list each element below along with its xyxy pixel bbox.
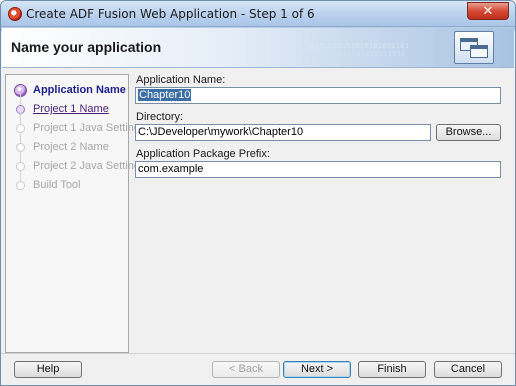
step-application-name[interactable]: Application Name — [6, 81, 128, 107]
package-prefix-label: Application Package Prefix: — [136, 148, 270, 160]
cancel-button[interactable]: Cancel — [434, 361, 502, 378]
wizard-header: Name your application 010101010101010101… — [2, 28, 514, 68]
header-binary-decoration: 0101010101010101010101 — [310, 42, 410, 50]
step-label: Project 1 Name — [33, 103, 109, 115]
window-title: Create ADF Fusion Web Application - Step… — [26, 7, 315, 21]
help-button[interactable]: Help — [14, 361, 82, 378]
next-button[interactable]: Next > — [283, 361, 351, 378]
wizard-steps-panel: Application Name Project 1 Name Project … — [5, 74, 146, 353]
step-label: Build Tool — [33, 179, 81, 191]
package-prefix-value: com.example — [138, 163, 204, 175]
button-bar-divider — [1, 353, 515, 354]
application-windows-icon — [454, 31, 494, 64]
step-label: Project 2 Name — [33, 141, 109, 153]
step-label: Application Name — [33, 84, 126, 96]
step-icon — [16, 181, 25, 190]
finish-button[interactable]: Finish — [358, 361, 426, 378]
step-label: Project 1 Java Settings — [33, 122, 146, 134]
app-name-value: Chapter10 — [138, 89, 192, 101]
header-binary-decoration: 01010101010101010101010 — [302, 50, 406, 58]
app-name-input[interactable]: Chapter10 — [135, 87, 501, 104]
browse-button[interactable]: Browse... — [436, 124, 501, 141]
back-button[interactable]: < Back — [212, 361, 280, 378]
close-button[interactable]: ✕ — [467, 2, 509, 20]
package-prefix-input[interactable]: com.example — [135, 161, 501, 178]
page-title: Name your application — [11, 39, 162, 55]
step-label: Project 2 Java Settings — [33, 160, 146, 172]
step-project-2-java-settings: Project 2 Java Settings — [6, 157, 146, 183]
step-project-2-name: Project 2 Name — [6, 138, 128, 164]
title-bar[interactable]: Create ADF Fusion Web Application - Step… — [1, 1, 515, 27]
app-name-label: Application Name: — [136, 74, 226, 86]
directory-value: C:\JDeveloper\mywork\Chapter10 — [138, 126, 304, 138]
step-build-tool: Build Tool — [6, 176, 128, 195]
directory-label: Directory: — [136, 111, 184, 123]
step-project-1-name[interactable]: Project 1 Name — [6, 100, 128, 126]
jdeveloper-app-icon — [8, 7, 22, 21]
step-project-1-java-settings: Project 1 Java Settings — [6, 119, 146, 145]
dialog-window: Create ADF Fusion Web Application - Step… — [0, 0, 516, 386]
application-form: Application Name: Chapter10 Directory: C… — [135, 74, 507, 184]
directory-input[interactable]: C:\JDeveloper\mywork\Chapter10 — [135, 124, 431, 141]
